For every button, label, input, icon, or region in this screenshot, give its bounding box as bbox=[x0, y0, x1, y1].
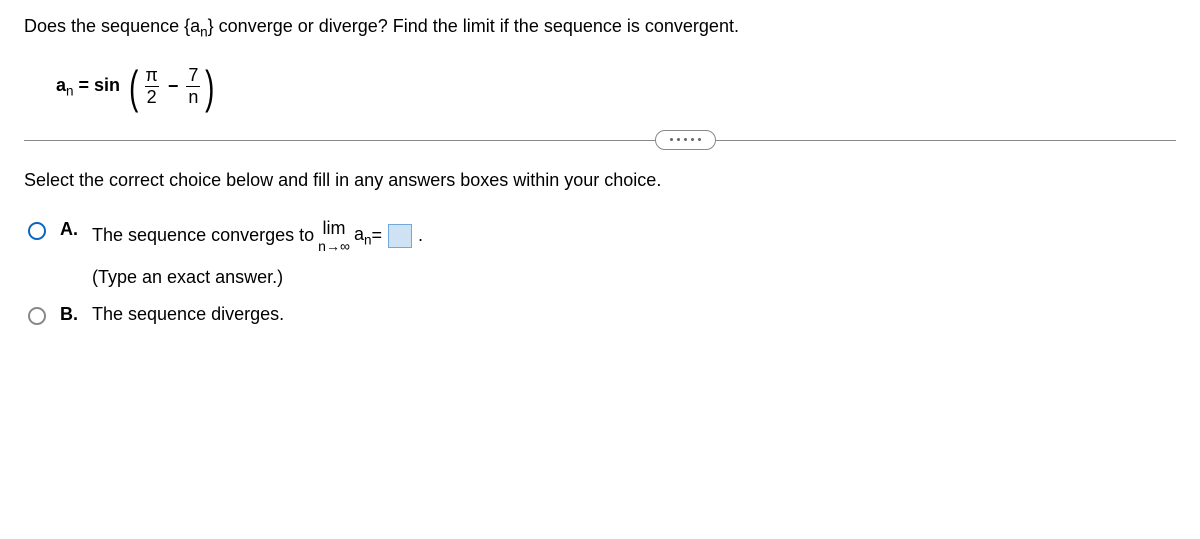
section-divider bbox=[24, 130, 1176, 150]
choice-a-hint: (Type an exact answer.) bbox=[92, 267, 423, 288]
question-prompt: Does the sequence {an} converge or diver… bbox=[24, 16, 1176, 40]
radio-a[interactable] bbox=[28, 222, 46, 240]
choice-a-letter: A. bbox=[60, 219, 80, 240]
choice-a: A. The sequence converges to lim n→∞ an … bbox=[28, 219, 1176, 288]
right-paren: ) bbox=[205, 64, 214, 110]
question-suffix: } converge or diverge? Find the limit if… bbox=[208, 16, 739, 36]
formula-lhs: an = sin bbox=[56, 75, 120, 99]
dots-icon bbox=[670, 138, 701, 141]
choice-a-text1: The sequence converges to bbox=[92, 225, 314, 246]
question-prefix: Does the sequence {a bbox=[24, 16, 200, 36]
left-paren: ( bbox=[129, 64, 138, 110]
radio-b[interactable] bbox=[28, 307, 46, 325]
divider-pill[interactable] bbox=[655, 130, 716, 150]
choice-b-text: The sequence diverges. bbox=[92, 304, 284, 325]
fraction-7-over-n: 7 n bbox=[186, 65, 200, 108]
answer-input[interactable] bbox=[388, 224, 412, 248]
paren-group: ( π 2 − 7 n ) bbox=[126, 64, 218, 110]
fraction-pi-over-2: π 2 bbox=[143, 65, 159, 108]
divider-line bbox=[24, 140, 1176, 141]
question-sub-n: n bbox=[200, 25, 208, 40]
minus-sign: − bbox=[168, 76, 179, 97]
sequence-formula: an = sin ( π 2 − 7 n ) bbox=[56, 64, 1176, 110]
limit-block: lim n→∞ bbox=[318, 219, 350, 253]
choice-b-letter: B. bbox=[60, 304, 80, 325]
choice-b: B. The sequence diverges. bbox=[28, 304, 1176, 325]
instruction-text: Select the correct choice below and fill… bbox=[24, 170, 1176, 191]
choice-a-line1: The sequence converges to lim n→∞ an = . bbox=[92, 219, 423, 253]
choice-a-period: . bbox=[418, 225, 423, 246]
an-inline: an bbox=[354, 224, 372, 248]
